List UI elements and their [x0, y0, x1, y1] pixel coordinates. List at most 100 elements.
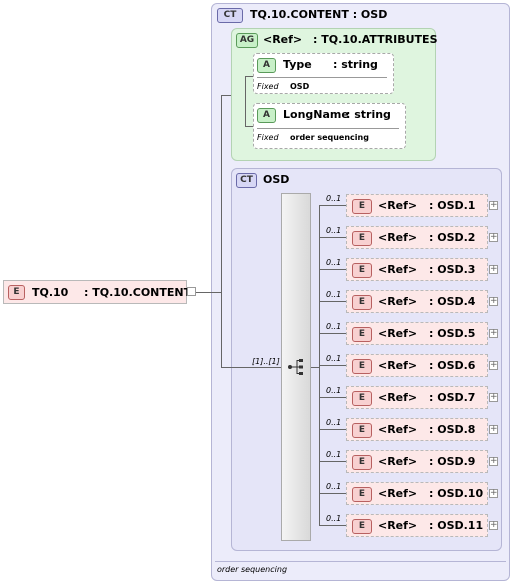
element-ref: <Ref> [378, 423, 418, 436]
attribute-group-ref: <Ref> [263, 33, 303, 46]
element-occurrence: 0..1 [326, 386, 342, 395]
element-ref: <Ref> [378, 231, 418, 244]
inner-complex-type-title: OSD [263, 173, 290, 186]
inner-complex-type-badge: CT [240, 175, 253, 185]
expand-icon[interactable]: + [489, 201, 498, 210]
element-badge: E [358, 297, 366, 307]
connector-line [221, 95, 222, 367]
expand-icon[interactable]: + [489, 521, 498, 530]
element-badge: E [358, 489, 366, 499]
root-element-type: : TQ.10.CONTENT [84, 286, 192, 299]
fixed-label: Fixed [257, 82, 279, 91]
complex-type-footer: order sequencing [217, 565, 288, 574]
element-badge: E [358, 265, 366, 275]
connector-line [245, 126, 253, 127]
complex-type-icon: CT [217, 8, 243, 23]
attribute-icon: A [257, 58, 276, 73]
connector-line [196, 292, 221, 293]
element-ref: <Ref> [378, 519, 418, 532]
fixed-label: Fixed [257, 133, 279, 142]
element-type: : OSD.4 [429, 295, 476, 308]
expand-icon[interactable]: + [489, 329, 498, 338]
attribute-badge: A [263, 110, 270, 120]
attribute-name: LongName [283, 108, 349, 121]
sequence-occurrence: [1]..[1] [252, 357, 280, 366]
fixed-value: order sequencing [290, 133, 369, 142]
element-ref: <Ref> [378, 199, 418, 212]
expand-icon[interactable]: + [489, 361, 498, 370]
connector-line [319, 493, 346, 494]
element-ref: <Ref> [378, 263, 418, 276]
root-collapse-handle[interactable] [187, 287, 196, 296]
element-icon: E [352, 263, 372, 278]
connector-line [319, 237, 346, 238]
element-type: : OSD.10 [429, 487, 484, 500]
element-icon: E [352, 391, 372, 406]
element-icon: E [352, 423, 372, 438]
element-occurrence: 0..1 [326, 354, 342, 363]
connector-line [319, 397, 346, 398]
expand-icon[interactable]: + [489, 233, 498, 242]
element-type: : OSD.6 [429, 359, 476, 372]
element-icon: E [352, 487, 372, 502]
element-type: : OSD.11 [429, 519, 484, 532]
connector-line [319, 205, 346, 206]
connector-line [319, 461, 346, 462]
attribute-group-badge: AG [239, 35, 255, 45]
root-element-name: TQ.10 [32, 286, 69, 299]
element-badge: E [358, 425, 366, 435]
element-ref: <Ref> [378, 455, 418, 468]
element-icon: E [8, 285, 25, 300]
attribute-icon: A [257, 108, 276, 123]
element-type: : OSD.5 [429, 327, 476, 340]
element-badge: E [358, 521, 366, 531]
element-ref: <Ref> [378, 487, 418, 500]
element-type: : OSD.8 [429, 423, 476, 436]
element-type: : OSD.2 [429, 231, 476, 244]
element-badge: E [358, 393, 366, 403]
connector-line [319, 269, 346, 270]
element-occurrence: 0..1 [326, 226, 342, 235]
connector-line [319, 525, 346, 526]
element-badge: E [358, 329, 366, 339]
element-type: : OSD.3 [429, 263, 476, 276]
element-icon: E [352, 231, 372, 246]
element-occurrence: 0..1 [326, 418, 342, 427]
element-icon: E [352, 199, 372, 214]
attribute-divider [257, 77, 387, 78]
expand-icon[interactable]: + [489, 393, 498, 402]
sequence-icon [287, 358, 307, 376]
expand-icon[interactable]: + [489, 297, 498, 306]
element-ref: <Ref> [378, 359, 418, 372]
element-icon: E [352, 519, 372, 534]
attribute-group-icon: AG [236, 33, 258, 48]
element-icon: E [352, 327, 372, 342]
element-ref: <Ref> [378, 391, 418, 404]
connector-line [319, 333, 346, 334]
element-icon: E [352, 455, 372, 470]
connector-line [221, 95, 231, 96]
attribute-type: : string [346, 108, 391, 121]
element-type: : OSD.7 [429, 391, 476, 404]
inner-complex-type-icon: CT [236, 173, 257, 188]
element-type: : OSD.9 [429, 455, 476, 468]
element-badge: E [358, 233, 366, 243]
attribute-type: : string [333, 58, 378, 71]
expand-icon[interactable]: + [489, 425, 498, 434]
element-occurrence: 0..1 [326, 290, 342, 299]
connector-line [319, 301, 346, 302]
element-occurrence: 0..1 [326, 258, 342, 267]
complex-type-title: TQ.10.CONTENT : OSD [250, 8, 388, 21]
connector-line [245, 76, 246, 126]
element-badge: E [358, 361, 366, 371]
connector-line [319, 365, 346, 366]
complex-type-badge: CT [223, 10, 237, 20]
element-occurrence: 0..1 [326, 450, 342, 459]
expand-icon[interactable]: + [489, 265, 498, 274]
element-occurrence: 0..1 [326, 322, 342, 331]
expand-icon[interactable]: + [489, 489, 498, 498]
attribute-name: Type [283, 58, 312, 71]
connector-line [311, 367, 319, 368]
expand-icon[interactable]: + [489, 457, 498, 466]
element-occurrence: 0..1 [326, 482, 342, 491]
